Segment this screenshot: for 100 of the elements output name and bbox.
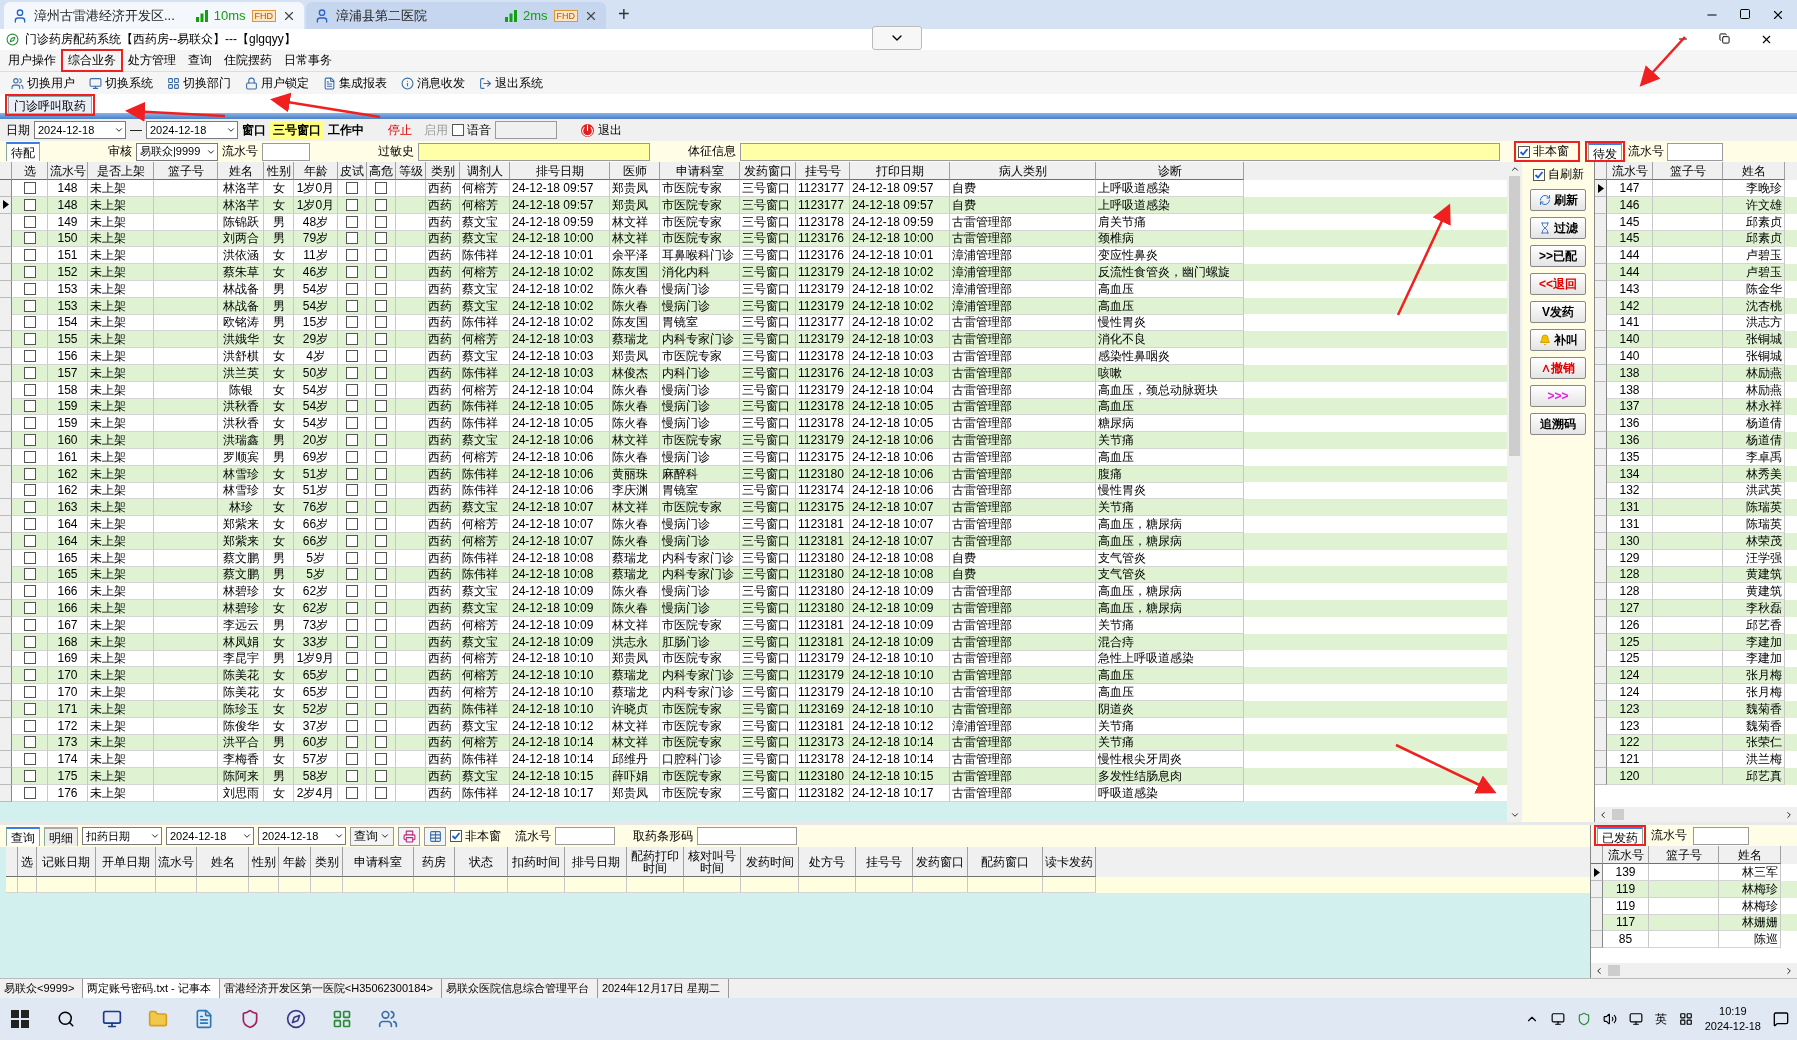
recall-button[interactable]: 补叫	[1530, 329, 1586, 351]
row-checkbox[interactable]	[375, 232, 387, 245]
row-checkbox[interactable]	[375, 568, 387, 581]
allergy-field[interactable]	[418, 142, 650, 161]
row-checkbox[interactable]	[375, 534, 387, 547]
menu-item[interactable]: 用户操作	[4, 52, 60, 69]
row-checkbox[interactable]	[23, 652, 36, 665]
row-indicator[interactable]	[1591, 864, 1603, 881]
table-row[interactable]: 148 未上架 林洛芊 女 1岁0月 西药 何榕芳 24-12-18 09:57 郑贵凤 市医院专家 三号窗口 1123177 24-12-18 09:57 自费 上呼吸道感染	[0, 180, 1507, 197]
scroll-right-icon[interactable]	[1784, 809, 1794, 820]
row-checkbox[interactable]	[375, 484, 387, 497]
row-checkbox[interactable]	[375, 266, 387, 278]
table-row[interactable]: 137 林永祥	[1595, 398, 1797, 416]
row-checkbox[interactable]	[346, 383, 358, 396]
table-row[interactable]: 155 未上架 洪娥华 女 29岁 西药 何榕芳 24-12-18 10:03 蔡瑞龙 内科专家门诊 三号窗口 1123179 24-12-18 10:03 古雷管理部 消化不良	[0, 331, 1507, 348]
toolbar-button[interactable]: 集成报表	[318, 73, 392, 93]
row-checkbox[interactable]	[346, 467, 358, 480]
row-checkbox[interactable]	[23, 501, 36, 514]
row-checkbox[interactable]	[346, 182, 358, 194]
menu-item[interactable]: 综合业务	[64, 52, 120, 69]
row-checkbox[interactable]	[23, 232, 36, 245]
action-button[interactable]: <<退回	[1530, 273, 1586, 295]
row-checkbox[interactable]	[346, 786, 358, 799]
row-checkbox[interactable]	[375, 669, 387, 682]
row-checkbox[interactable]	[346, 585, 358, 598]
row-checkbox[interactable]	[375, 215, 387, 228]
table-row[interactable]: 169 未上架 李昆宇 男 1岁9月 西药 何榕芳 24-12-18 10:10 郑贵凤 市医院专家 三号窗口 1123179 24-12-18 10:10 古雷管理部 急性上呼吸道感染	[0, 650, 1507, 668]
toolbar-button[interactable]: 切换部门	[162, 73, 236, 93]
table-row[interactable]: 154 未上架 欧铭涛 男 15岁 西药 陈伟祥 24-12-18 10:02 陈友国 胃镜室 三号窗口 1123177 24-12-18 10:02 古雷管理部 慢性胃炎	[0, 314, 1507, 332]
option-checkbox[interactable]	[1518, 145, 1530, 158]
row-checkbox[interactable]	[375, 316, 387, 329]
row-checkbox[interactable]	[346, 736, 358, 749]
filter-button[interactable]: 过滤	[1530, 217, 1586, 239]
query-button[interactable]: 查询	[350, 826, 394, 846]
row-checkbox[interactable]	[346, 316, 358, 329]
action-button[interactable]: ∧撤销	[1530, 357, 1586, 379]
dropdown-caret-icon[interactable]	[114, 125, 124, 135]
option-checkbox[interactable]	[450, 830, 462, 842]
toolbar-button[interactable]: 消息收发	[396, 73, 470, 93]
row-checkbox[interactable]	[346, 266, 358, 278]
date-type-field[interactable]: 扣药日期	[82, 827, 162, 845]
row-checkbox[interactable]	[346, 753, 358, 766]
date-from-field[interactable]: 2024-12-18	[34, 121, 126, 139]
row-checkbox[interactable]	[375, 551, 387, 564]
row-checkbox[interactable]	[346, 282, 358, 295]
row-checkbox[interactable]	[23, 736, 36, 749]
row-checkbox[interactable]	[23, 249, 36, 262]
row-checkbox[interactable]	[346, 551, 358, 564]
row-checkbox[interactable]	[346, 669, 358, 682]
new-tab-button[interactable]: +	[618, 3, 630, 26]
row-checkbox[interactable]	[375, 719, 387, 732]
row-checkbox[interactable]	[346, 702, 358, 715]
notification-icon[interactable]	[1773, 1011, 1789, 1027]
row-checkbox[interactable]	[346, 618, 358, 631]
row-checkbox[interactable]	[375, 400, 387, 413]
exit-button[interactable]: 退出	[575, 120, 628, 140]
compass-icon[interactable]	[284, 1007, 308, 1031]
table-row[interactable]: 159 未上架 洪秋香 女 54岁 西药 陈伟祥 24-12-18 10:05 陈火春 慢病门诊 三号窗口 1123178 24-12-18 10:05 古雷管理部 糖尿病	[0, 415, 1507, 432]
row-checkbox[interactable]	[23, 551, 36, 564]
close-icon[interactable]	[1760, 33, 1773, 46]
audit-field[interactable]: 易联众|9999	[136, 142, 218, 161]
scrollbar-thumb[interactable]	[1612, 809, 1624, 820]
row-indicator[interactable]	[1595, 180, 1607, 197]
scroll-left-icon[interactable]	[1598, 809, 1608, 820]
row-checkbox[interactable]	[23, 769, 36, 782]
row-checkbox[interactable]	[23, 299, 36, 312]
ime-indicator[interactable]: 英	[1654, 1010, 1667, 1028]
browser-tab[interactable]: 漳浦县第二医院 2ms FHD	[306, 2, 606, 29]
row-checkbox[interactable]	[346, 366, 358, 379]
row-checkbox[interactable]	[375, 736, 387, 749]
grid-icon[interactable]	[1678, 1012, 1693, 1026]
row-checkbox[interactable]	[23, 669, 36, 682]
row-checkbox[interactable]	[23, 349, 36, 362]
row-checkbox[interactable]	[375, 383, 387, 396]
shield-icon[interactable]	[1576, 1012, 1591, 1026]
row-checkbox[interactable]	[375, 433, 387, 446]
browser-tab[interactable]: 漳州古雷港经济开发区... 10ms FHD	[4, 2, 304, 29]
row-checkbox[interactable]	[346, 249, 358, 262]
row-checkbox[interactable]	[23, 534, 36, 547]
collapse-button[interactable]	[872, 26, 922, 50]
table-row[interactable]: 131 陈瑞英	[1595, 499, 1797, 516]
row-checkbox[interactable]	[375, 450, 387, 463]
row-checkbox[interactable]	[375, 366, 387, 379]
row-checkbox[interactable]	[375, 333, 387, 346]
voice-checkbox[interactable]	[452, 124, 464, 136]
row-checkbox[interactable]	[375, 501, 387, 514]
row-checkbox[interactable]	[23, 182, 36, 194]
date-to-field[interactable]: 2024-12-18	[146, 121, 238, 139]
option-checkbox[interactable]	[1532, 168, 1545, 181]
action-button[interactable]: V发药	[1530, 301, 1586, 323]
volume-icon[interactable]	[1602, 1012, 1617, 1026]
row-checkbox[interactable]	[375, 786, 387, 799]
row-checkbox[interactable]	[346, 349, 358, 362]
row-checkbox[interactable]	[346, 198, 358, 211]
table-row[interactable]: 174 未上架 李梅香 女 57岁 西药 陈伟祥 24-12-18 10:14 邱维丹 口腔科门诊 三号窗口 1123178 24-12-18 10:14 古雷管理部 慢性根尖牙周炎	[0, 751, 1507, 768]
row-checkbox[interactable]	[23, 417, 36, 430]
dropdown-caret-icon[interactable]	[334, 831, 344, 841]
barcode-field[interactable]	[697, 827, 797, 845]
scrollbar[interactable]	[1595, 807, 1797, 822]
table-row[interactable]: 170 未上架 陈美花 女 65岁 西药 何榕芳 24-12-18 10:10 蔡瑞龙 内科专家门诊 三号窗口 1123179 24-12-18 10:10 古雷管理部 高血压	[0, 667, 1507, 684]
